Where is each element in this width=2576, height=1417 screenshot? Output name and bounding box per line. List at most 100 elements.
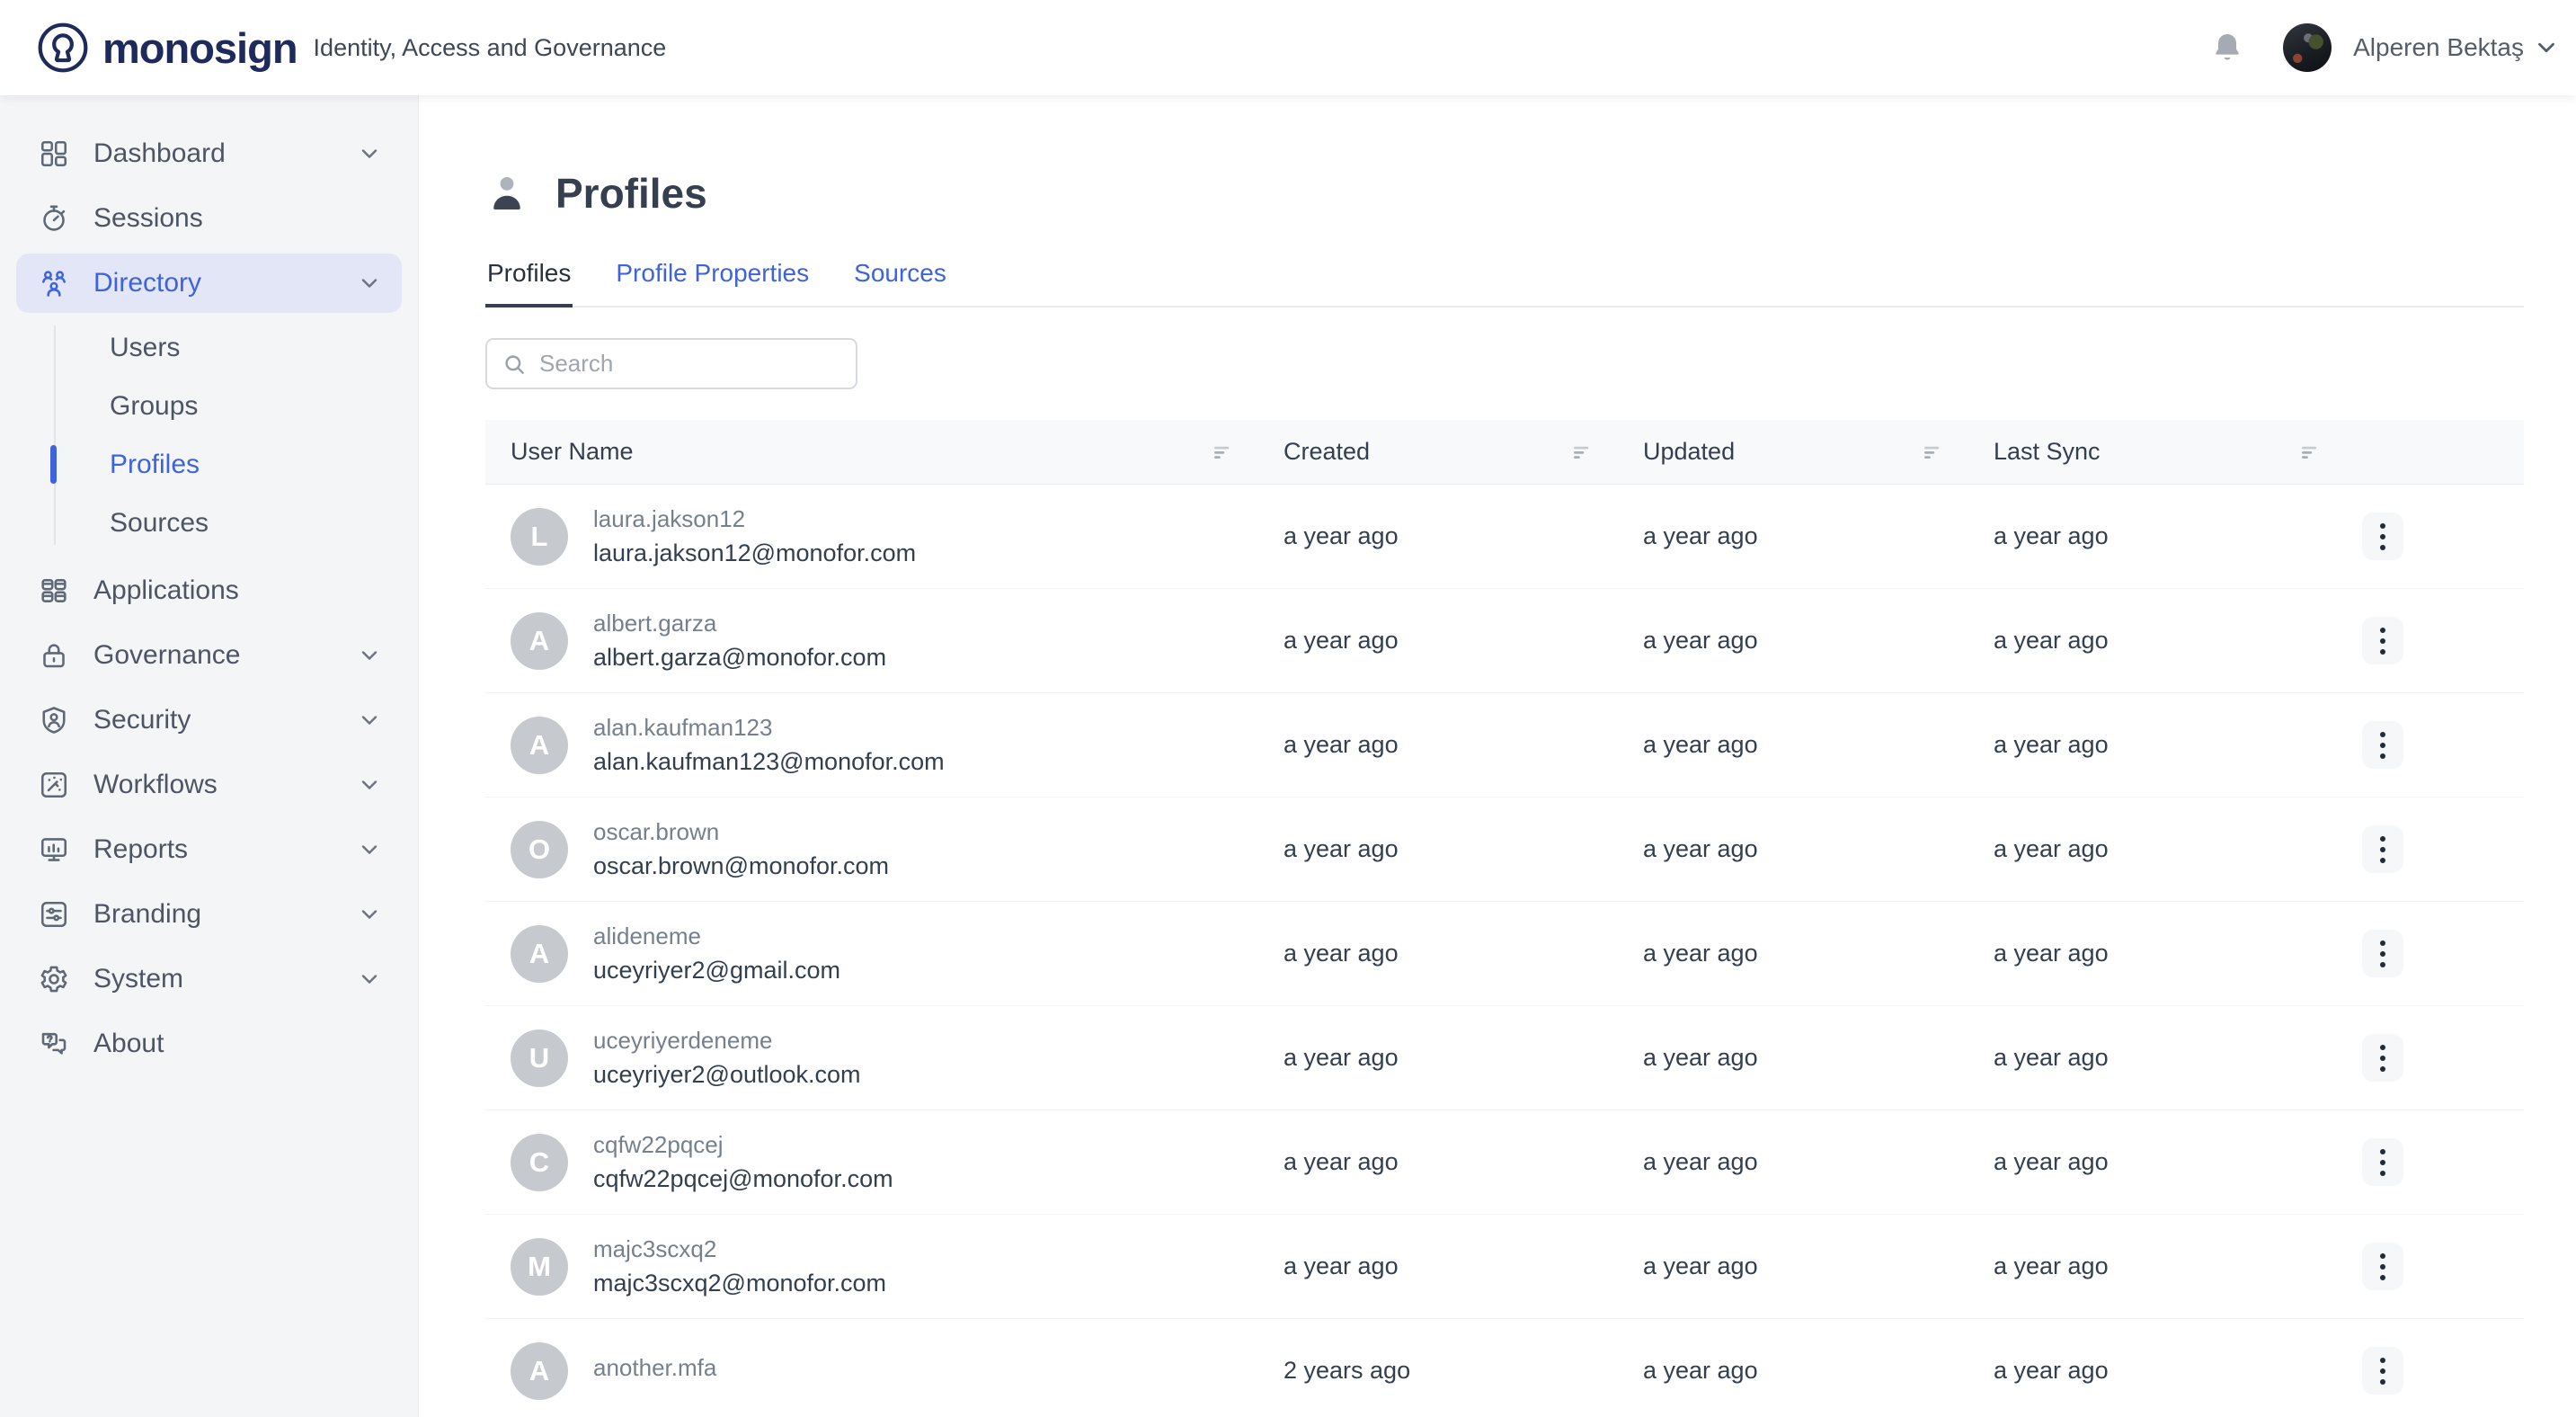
row-menu-kebab-button[interactable] [2362, 1243, 2403, 1290]
row-menu-kebab-button[interactable] [2362, 512, 2403, 560]
sidebar-subitem-groups[interactable]: Groups [0, 377, 418, 435]
updated-cell: a year ago [1609, 1252, 1959, 1280]
actions-cell [2337, 721, 2524, 769]
user-name-cell: Llaura.jakson12laura.jakson12@monofor.co… [485, 505, 1249, 567]
last-sync-cell: a year ago [1959, 835, 2337, 863]
sidebar-subitem-sources[interactable]: Sources [0, 494, 418, 552]
row-menu-kebab-button[interactable] [2362, 721, 2403, 769]
last-sync-cell: a year ago [1959, 1357, 2337, 1385]
gear-icon [38, 963, 70, 995]
tab-profile-properties[interactable]: Profile Properties [614, 259, 811, 307]
column-header-updated[interactable]: Updated [1609, 438, 1959, 466]
top-header: monosign Identity, Access and Governance… [0, 0, 2576, 95]
row-menu-kebab-button[interactable] [2362, 825, 2403, 873]
search-input[interactable] [539, 350, 841, 378]
created-cell: a year ago [1249, 627, 1609, 655]
table-row[interactable]: Ooscar.brownoscar.brown@monofor.coma yea… [485, 798, 2524, 902]
sidebar-item-system[interactable]: System [16, 949, 402, 1009]
sidebar-item-workflows[interactable]: Workflows [16, 755, 402, 815]
tab-profiles[interactable]: Profiles [485, 259, 573, 307]
updated-cell: a year ago [1609, 1357, 1959, 1385]
column-header-created[interactable]: Created [1249, 438, 1609, 466]
sort-icon[interactable] [1569, 439, 1596, 466]
sidebar-item-dashboard[interactable]: Dashboard [16, 124, 402, 183]
last-sync-cell: a year ago [1959, 1252, 2337, 1280]
chevron-down-icon [357, 902, 382, 927]
actions-cell [2337, 512, 2524, 560]
row-menu-kebab-button[interactable] [2362, 1034, 2403, 1082]
avatar: A [511, 925, 568, 983]
sidebar-item-label: Security [93, 705, 191, 735]
user-name-cell: Aalbert.garzaalbert.garza@monofor.com [485, 610, 1249, 672]
monosign-logo-icon [36, 21, 90, 75]
table-row[interactable]: Uuceyriyerdenemeuceyriyer2@outlook.coma … [485, 1006, 2524, 1110]
updated-cell: a year ago [1609, 835, 1959, 863]
sidebar-item-security[interactable]: Security [16, 691, 402, 750]
row-menu-kebab-button[interactable] [2362, 1347, 2403, 1395]
user-avatar[interactable] [2283, 23, 2332, 72]
table-row[interactable]: Aalan.kaufman123alan.kaufman123@monofor.… [485, 693, 2524, 798]
sort-icon[interactable] [1920, 439, 1947, 466]
avatar: A [511, 1342, 568, 1400]
chevron-down-icon[interactable] [2533, 34, 2560, 61]
shield-user-icon [38, 704, 70, 736]
email: majc3scxq2@monofor.com [593, 1270, 886, 1297]
avatar: C [511, 1134, 568, 1191]
sidebar-item-label: Branding [93, 899, 201, 930]
last-sync-cell: a year ago [1959, 731, 2337, 759]
user-name-cell: Aanother.mfa [485, 1342, 1249, 1400]
sidebar-item-label: Governance [93, 640, 240, 671]
sidebar-item-applications[interactable]: Applications [16, 561, 402, 620]
sort-icon[interactable] [1210, 439, 1237, 466]
sidebar-item-sessions[interactable]: Sessions [16, 189, 402, 248]
magic-wand-icon [38, 769, 70, 801]
column-header-last-sync[interactable]: Last Sync [1959, 438, 2337, 466]
actions-cell [2337, 825, 2524, 873]
created-cell: a year ago [1249, 731, 1609, 759]
sidebar-item-governance[interactable]: Governance [16, 626, 402, 685]
avatar: L [511, 508, 568, 566]
chevron-down-icon [357, 772, 382, 798]
header-right: Alperen Bektaş [2209, 23, 2560, 72]
sort-icon[interactable] [2297, 439, 2324, 466]
created-cell: 2 years ago [1249, 1357, 1609, 1385]
sidebar-subitem-profiles[interactable]: Profiles [0, 435, 418, 494]
avatar: A [511, 612, 568, 670]
table-row[interactable]: Llaura.jakson12laura.jakson12@monofor.co… [485, 485, 2524, 589]
sidebar: Dashboard Sessions DirectoryUsersGroupsPro… [0, 95, 419, 1417]
row-menu-kebab-button[interactable] [2362, 617, 2403, 664]
table-row[interactable]: Aalbert.garzaalbert.garza@monofor.coma y… [485, 589, 2524, 693]
brand-name: monosign [102, 23, 298, 73]
user-menu-name[interactable]: Alperen Bektaş [2353, 33, 2524, 62]
sidebar-subitem-users[interactable]: Users [0, 318, 418, 377]
table-row[interactable]: Ccqfw22pqcejcqfw22pqcej@monofor.coma yea… [485, 1110, 2524, 1215]
row-menu-kebab-button[interactable] [2362, 930, 2403, 977]
notifications-bell-icon[interactable] [2209, 30, 2245, 66]
username: majc3scxq2 [593, 1235, 886, 1263]
column-label: Updated [1643, 438, 1735, 466]
column-header-user-name[interactable]: User Name [485, 438, 1249, 466]
user-name-cell: Uuceyriyerdenemeuceyriyer2@outlook.com [485, 1027, 1249, 1089]
table-row[interactable]: Aanother.mfa2 years agoa year agoa year … [485, 1319, 2524, 1417]
table-row[interactable]: Aalidenemeuceyriyer2@gmail.coma year ago… [485, 902, 2524, 1006]
table-row[interactable]: Mmajc3scxq2majc3scxq2@monofor.coma year … [485, 1215, 2524, 1319]
updated-cell: a year ago [1609, 1148, 1959, 1176]
sidebar-item-label: Applications [93, 575, 239, 606]
updated-cell: a year ago [1609, 522, 1959, 550]
monosign-app: monosign Identity, Access and Governance… [0, 0, 2576, 1417]
sidebar-item-branding[interactable]: Branding [16, 885, 402, 944]
sidebar-item-reports[interactable]: Reports [16, 820, 402, 879]
column-label: Created [1284, 438, 1370, 466]
search-icon [502, 352, 527, 377]
sidebar-item-directory[interactable]: Directory [16, 254, 402, 313]
created-cell: a year ago [1249, 1148, 1609, 1176]
email: uceyriyer2@outlook.com [593, 1061, 861, 1089]
username: oscar.brown [593, 818, 889, 846]
row-menu-kebab-button[interactable] [2362, 1138, 2403, 1186]
actions-cell [2337, 1034, 2524, 1082]
chevron-down-icon [357, 141, 382, 166]
tab-sources[interactable]: Sources [852, 259, 948, 307]
profiles-table: User Name Created Updated Last Sync Llau… [485, 420, 2524, 1417]
name-stack: albert.garzaalbert.garza@monofor.com [593, 610, 886, 672]
sidebar-item-about[interactable]: About [16, 1014, 402, 1074]
